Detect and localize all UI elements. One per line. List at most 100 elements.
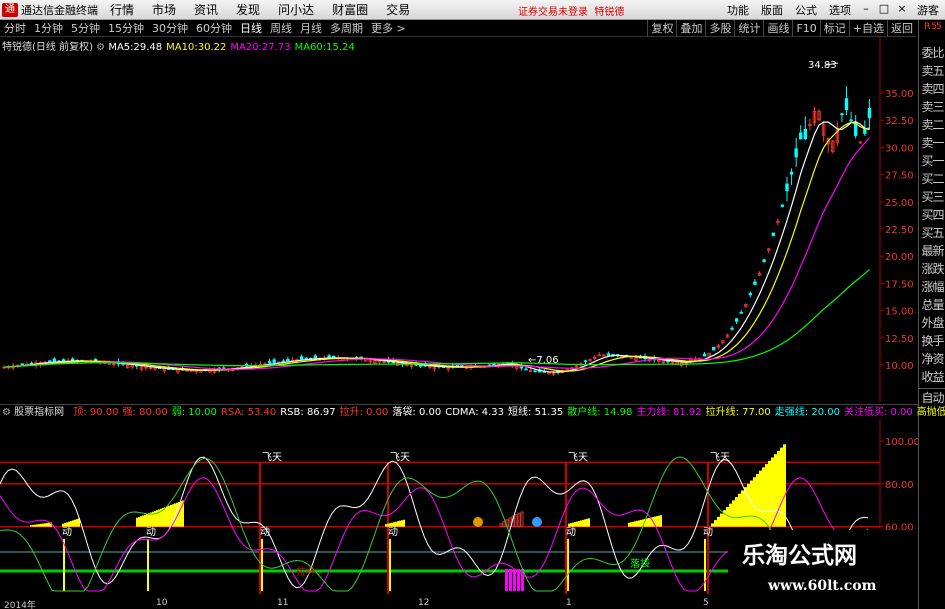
menu-caifuquan[interactable]: 财富圈 <box>323 1 377 18</box>
low-price-label: ←7.06 <box>528 355 559 366</box>
feitian-label: 飞天 <box>262 452 282 463</box>
candle-body <box>533 370 537 373</box>
lasheng-bar <box>747 483 750 527</box>
app-logo-icon: 通 <box>2 2 18 17</box>
side-item[interactable]: 外盘 <box>919 314 945 332</box>
ma-legend-item: MA10:30.22 <box>166 42 227 53</box>
restore-icon[interactable]: □ <box>876 3 892 17</box>
yellow-bar <box>74 519 76 527</box>
candle-body <box>702 353 707 357</box>
side-item[interactable]: 卖四 <box>919 80 945 98</box>
yellow-bar <box>42 523 44 527</box>
period-5min[interactable]: 5分钟 <box>67 20 104 36</box>
side-item[interactable]: 总量 <box>919 296 945 314</box>
period-fenshi[interactable]: 分时 <box>0 20 30 36</box>
gear-icon[interactable]: ⚙ <box>2 407 11 418</box>
side-item[interactable]: 买五 <box>919 224 945 242</box>
side-item[interactable]: 卖五 <box>919 62 945 80</box>
side-item[interactable]: 买二 <box>919 170 945 188</box>
btn-zixuan[interactable]: +自选 <box>848 20 887 37</box>
side-item[interactable]: 买四 <box>919 206 945 224</box>
side-item[interactable]: 卖二 <box>919 116 945 134</box>
magenta-bar <box>513 569 516 591</box>
period-more[interactable]: 更多 > <box>367 20 410 36</box>
guest-label[interactable]: 游客 <box>911 2 945 18</box>
menu-jiaoyi[interactable]: 交易 <box>377 1 419 18</box>
period-15min[interactable]: 15分钟 <box>104 20 148 36</box>
yellow-bar <box>138 516 140 527</box>
price-tick-label: 10.00 <box>885 361 914 372</box>
side-item[interactable]: 自动 <box>919 388 945 407</box>
menu-gongshi[interactable]: 公式 <box>789 2 823 18</box>
ma5-line <box>3 121 870 373</box>
period-1min[interactable]: 1分钟 <box>30 20 67 36</box>
yellow-bar <box>403 519 405 527</box>
btn-diejia[interactable]: 叠加 <box>676 20 705 37</box>
candle-body <box>840 113 844 116</box>
menu-wenxiaoda[interactable]: 问小达 <box>269 1 323 18</box>
diamond-icon <box>532 517 542 527</box>
candle-body <box>734 318 739 322</box>
indicator-name[interactable]: 股票指标网 <box>14 407 64 418</box>
yellow-bar <box>638 520 640 527</box>
candle-body <box>61 359 66 362</box>
btn-f10[interactable]: F10 <box>792 20 819 37</box>
lasheng-bar <box>777 450 780 527</box>
candle-body <box>20 363 25 366</box>
period-daily[interactable]: 日线 <box>236 20 266 36</box>
period-weekly[interactable]: 周线 <box>266 20 296 36</box>
indicator-legend-item: 弱: 10.00 <box>171 407 217 418</box>
menu-xuanxiang[interactable]: 选项 <box>823 2 857 18</box>
btn-tongji[interactable]: 统计 <box>734 20 763 37</box>
dong-label: 动 <box>703 526 713 538</box>
close-icon[interactable]: × <box>894 3 910 17</box>
high-price-label: 34.83 <box>808 60 837 71</box>
lasheng-bar <box>780 447 783 527</box>
btn-biaoji[interactable]: 标记 <box>819 20 849 37</box>
btn-fuquan[interactable]: 复权 <box>647 20 676 37</box>
minimize-icon[interactable]: – <box>858 3 874 17</box>
btn-huaxian[interactable]: 画线 <box>763 20 792 37</box>
yellow-bar <box>588 518 590 527</box>
side-item[interactable]: 涨幅 <box>919 278 945 296</box>
period-60min[interactable]: 60分钟 <box>192 20 236 36</box>
side-item[interactable]: 涨跌 <box>919 260 945 278</box>
menu-shichang[interactable]: 市场 <box>143 1 185 18</box>
period-monthly[interactable]: 月线 <box>296 20 326 36</box>
kline-chart[interactable]: 35.00 32.50 30.00 27.50 25.00 22.50 20.00 17.50… <box>0 37 918 402</box>
menu-zixun[interactable]: 资讯 <box>185 1 227 18</box>
yellow-bar <box>38 524 40 527</box>
indicator-legend-item: RSA: 53.40 <box>220 407 277 418</box>
indicator-legend: ⚙ 股票指标网 顶: 90.00 强: 80.00 弱: 10.00 RSA: 53.… <box>0 404 945 419</box>
menu-faxian[interactable]: 发现 <box>227 1 269 18</box>
menu-banmian[interactable]: 版面 <box>755 2 789 18</box>
main-legend: 特锐德(日线 前复权) ⚙ MA5:29.48 MA10:30.22 MA20:27… <box>2 38 359 53</box>
side-item[interactable]: 卖一 <box>919 134 945 152</box>
side-item[interactable]: 卖三 <box>919 98 945 116</box>
ma10-line <box>3 121 870 372</box>
dong-label: 动 <box>62 526 72 538</box>
toolbar-right: 复权 叠加 多股 统计 画线 F10 标记 +自选 返回 <box>647 20 916 37</box>
login-notice[interactable]: 证券交易未登录 特锐德 <box>518 3 624 18</box>
period-multi[interactable]: 多周期 <box>326 20 367 36</box>
period-30min[interactable]: 30分钟 <box>148 20 192 36</box>
right-menu: 功能 版面 公式 选项 – □ × 游客 <box>721 0 945 20</box>
side-item[interactable]: 净资 <box>919 350 945 368</box>
gear-icon[interactable]: ⚙ <box>96 42 105 53</box>
side-item[interactable]: 委比 <box>919 44 945 62</box>
ind-tick-label: 100.00 <box>885 437 918 448</box>
menu-gongneng[interactable]: 功能 <box>721 2 755 18</box>
side-item[interactable]: 买三 <box>919 188 945 206</box>
side-item[interactable]: 买一 <box>919 152 945 170</box>
menu-hangqing[interactable]: 行情 <box>101 1 143 18</box>
side-item[interactable]: 收益 <box>919 368 945 386</box>
side-item[interactable]: 最新 <box>919 242 945 260</box>
lasheng-bar <box>738 493 741 527</box>
btn-fanhui[interactable]: 返回 <box>887 20 916 37</box>
yellow-bar <box>640 519 642 527</box>
side-item[interactable]: 换手 <box>919 332 945 350</box>
date-tick: 2014年 <box>4 601 36 609</box>
lasheng-bar <box>771 457 774 527</box>
price-tick-label: 35.00 <box>885 89 914 100</box>
btn-duogu[interactable]: 多股 <box>705 20 734 37</box>
